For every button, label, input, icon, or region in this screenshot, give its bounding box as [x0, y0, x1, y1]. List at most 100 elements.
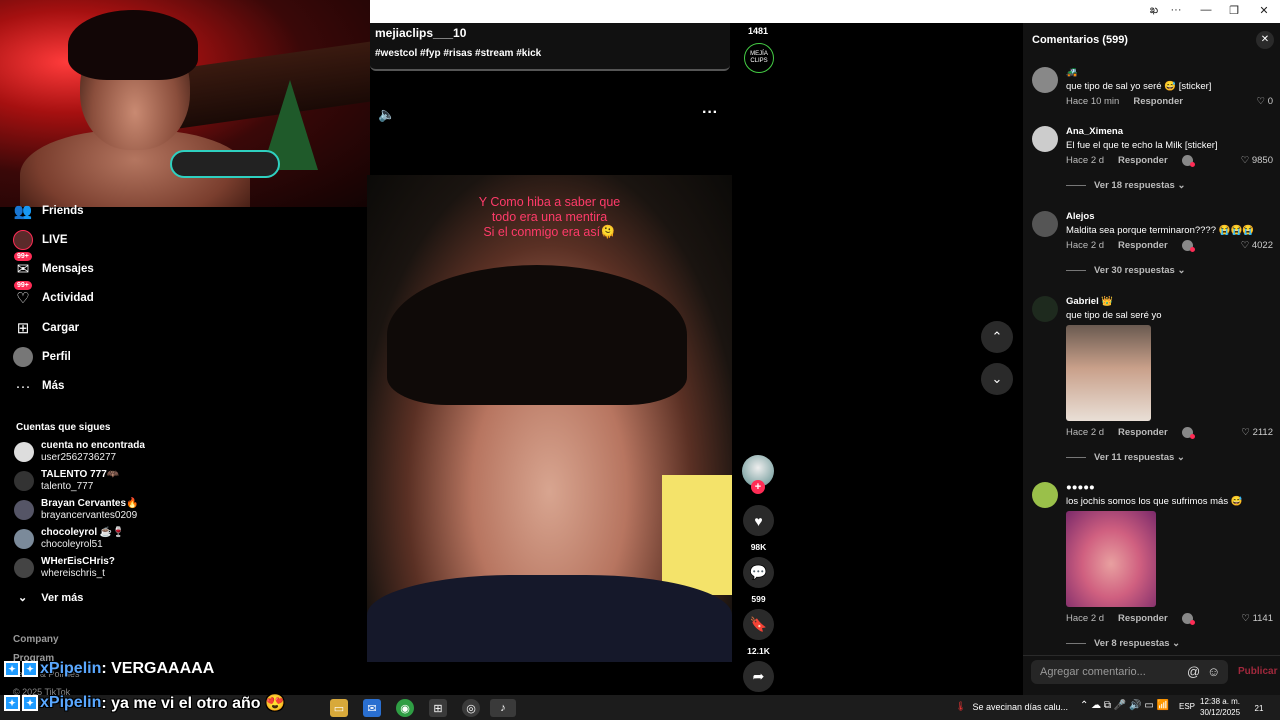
obs-icon[interactable]: ◎ [462, 699, 480, 717]
previous-video-button[interactable]: ⌃ [981, 321, 1013, 353]
friends-icon: 👥 [13, 203, 33, 220]
followed-account[interactable]: TALENTO 777🦇 talento_777 [14, 469, 119, 493]
caption-line: Y Como hiba a saber que [478, 195, 621, 209]
sidebar-item-messages[interactable]: ✉ 99+ Mensajes [12, 252, 94, 282]
commenter-name[interactable]: 🚜 [1066, 67, 1078, 78]
sidebar-item-label: Más [42, 380, 65, 392]
like-count: 98K [750, 542, 767, 552]
like-button[interactable]: ♥ [743, 505, 774, 536]
view-replies-button[interactable]: Ver 30 respuestas ⌄ [1066, 265, 1185, 276]
video-player[interactable]: Y Como hiba a saber que todo era una men… [367, 175, 732, 662]
commenter-avatar[interactable] [1032, 482, 1058, 508]
commenter-name[interactable]: Alejos [1066, 211, 1095, 222]
commenter-name[interactable]: Gabriel 👑 [1066, 296, 1113, 307]
emoji-icon[interactable]: ☺ [1207, 664, 1220, 679]
sidebar-item-label: Cargar [42, 322, 80, 334]
window-menu-button[interactable]: ··· [1166, 4, 1186, 16]
chat-badge-icon: ✦ [4, 695, 20, 711]
commenter-avatar[interactable] [1032, 126, 1058, 152]
reply-button[interactable]: Responder [1118, 427, 1168, 438]
comment-like-button[interactable]: ♡ 9850 [1241, 155, 1273, 166]
footer-company-link[interactable]: Company [13, 634, 59, 645]
comment-like-button[interactable]: ♡ 4022 [1241, 240, 1273, 251]
author-logo[interactable]: MEJÍA CLIPS [744, 43, 774, 73]
comment-time: Hace 2 d [1066, 240, 1105, 251]
video-info-header: mejiaclips___10 #westcol #fyp #risas #st… [370, 23, 730, 71]
comment-text: que tipo de sal yo seré 😅 [sticker] [1066, 81, 1212, 92]
followed-account[interactable]: WHerEisCHris? whereischris_t [14, 556, 115, 580]
mail-icon[interactable]: ✉ [363, 699, 381, 717]
comment-sticker-image[interactable] [1066, 325, 1151, 421]
comment-time: Hace 10 min [1066, 96, 1120, 107]
weather-widget[interactable]: 🌡 Se avecinan días calu... [955, 701, 1068, 712]
save-button[interactable]: 🔖 [743, 609, 774, 640]
sidebar: 👥 Friends LIVE ✉ 99+ Mensajes ♡ 99+ Activi… [0, 203, 366, 720]
mention-icon[interactable]: @ [1187, 664, 1200, 679]
sidebar-item-more[interactable]: ··· Más [12, 373, 65, 399]
close-window-button[interactable]: ✕ [1254, 4, 1274, 17]
sidebar-item-activity[interactable]: ♡ 99+ Actividad [12, 281, 94, 311]
video-author[interactable]: mejiaclips___10 [375, 26, 466, 40]
sidebar-item-profile[interactable]: Perfil [12, 344, 71, 370]
view-replies-label: Ver 18 respuestas [1094, 180, 1175, 191]
minimize-button[interactable]: — [1196, 4, 1216, 16]
microphone [170, 150, 280, 178]
tiktok-icon[interactable]: ♪ [490, 699, 516, 717]
sidebar-item-upload[interactable]: ⊞ Cargar [12, 315, 79, 341]
language-indicator[interactable]: ESP [1179, 702, 1195, 711]
reply-button[interactable]: Responder [1118, 240, 1168, 251]
commenter-name[interactable]: Ana_Ximena [1066, 126, 1123, 137]
messages-badge: 99+ [14, 252, 32, 261]
notification-icon[interactable]: 21 [1250, 699, 1268, 717]
commenter-name[interactable]: ●●●●● [1066, 482, 1095, 493]
follow-plus-icon[interactable]: + [751, 480, 765, 494]
video-more-icon[interactable]: ··· [702, 104, 718, 122]
next-video-button[interactable]: ⌄ [981, 363, 1013, 395]
view-replies-button[interactable]: Ver 11 respuestas ⌄ [1066, 452, 1185, 463]
close-icon[interactable]: ✕ [1256, 31, 1274, 49]
see-more-button[interactable]: ⌄ Ver más [18, 591, 84, 605]
followed-account[interactable]: chocoleyrol ☕🍷 chocoleyrol51 [14, 527, 125, 551]
see-more-label: Ver más [41, 591, 84, 604]
translate-icon[interactable]: ఖ [1144, 4, 1164, 19]
store-icon[interactable]: ⊞ [429, 699, 447, 717]
comment-like-count: 2112 [1252, 427, 1273, 438]
view-replies-button[interactable]: Ver 8 respuestas ⌄ [1066, 638, 1180, 649]
heart-icon: ♥ [754, 512, 763, 529]
comment-button[interactable]: 💬 [743, 557, 774, 588]
maximize-button[interactable]: ❐ [1224, 4, 1244, 17]
commenter-avatar[interactable] [1032, 296, 1058, 322]
followed-account[interactable]: cuenta no encontrada user2562736277 [14, 440, 145, 464]
sidebar-item-live[interactable]: LIVE [12, 227, 68, 253]
video-caption: Y Como hiba a saber que todo era una men… [367, 195, 732, 240]
chrome-icon[interactable]: ◉ [396, 699, 414, 717]
post-comment-button[interactable]: Publicar [1238, 666, 1277, 677]
comment-like-count: 1141 [1252, 613, 1273, 624]
comment-like-button[interactable]: ♡ 1141 [1241, 613, 1273, 624]
file-explorer-icon[interactable]: ▭ [330, 699, 348, 717]
commenter-avatar[interactable] [1032, 67, 1058, 93]
view-replies-button[interactable]: Ver 18 respuestas ⌄ [1066, 180, 1185, 191]
comment-like-button[interactable]: ♡ 2112 [1241, 427, 1273, 438]
caption-line: todo era una mentira [491, 210, 608, 224]
notification-count: 21 [1254, 703, 1264, 713]
comment-like-button[interactable]: ♡ 0 [1257, 96, 1273, 107]
share-button[interactable]: ➦ [743, 661, 774, 692]
comment-meta: Hace 2 d Responder [1066, 155, 1195, 167]
account-avatar [14, 442, 34, 462]
commenter-avatar[interactable] [1032, 211, 1058, 237]
comment-sticker-image[interactable] [1066, 511, 1156, 607]
clock[interactable]: 12:38 a. m. 30/12/2025 [1200, 696, 1240, 718]
system-tray[interactable]: ⌃ ☁ ⧉ 🎤 🔊 ▭ 📶 [1080, 700, 1169, 711]
followed-account[interactable]: Brayan Cervantes🔥 brayancervantes0209 [14, 498, 139, 522]
video-hashtags[interactable]: #westcol #fyp #risas #stream #kick [375, 48, 541, 59]
reply-button[interactable]: Responder [1118, 613, 1168, 624]
reply-button[interactable]: Responder [1133, 96, 1183, 107]
chat-badge-icon: ✦ [4, 661, 20, 677]
chevron-up-icon: ⌃ [991, 329, 1003, 344]
volume-icon[interactable]: 🔈 [378, 106, 395, 123]
sidebar-item-friends[interactable]: 👥 Friends [12, 198, 84, 224]
reply-button[interactable]: Responder [1118, 155, 1168, 166]
view-replies-label: Ver 11 respuestas [1094, 452, 1175, 463]
window-titlebar: ఖ ··· — ❐ ✕ [370, 0, 1280, 23]
